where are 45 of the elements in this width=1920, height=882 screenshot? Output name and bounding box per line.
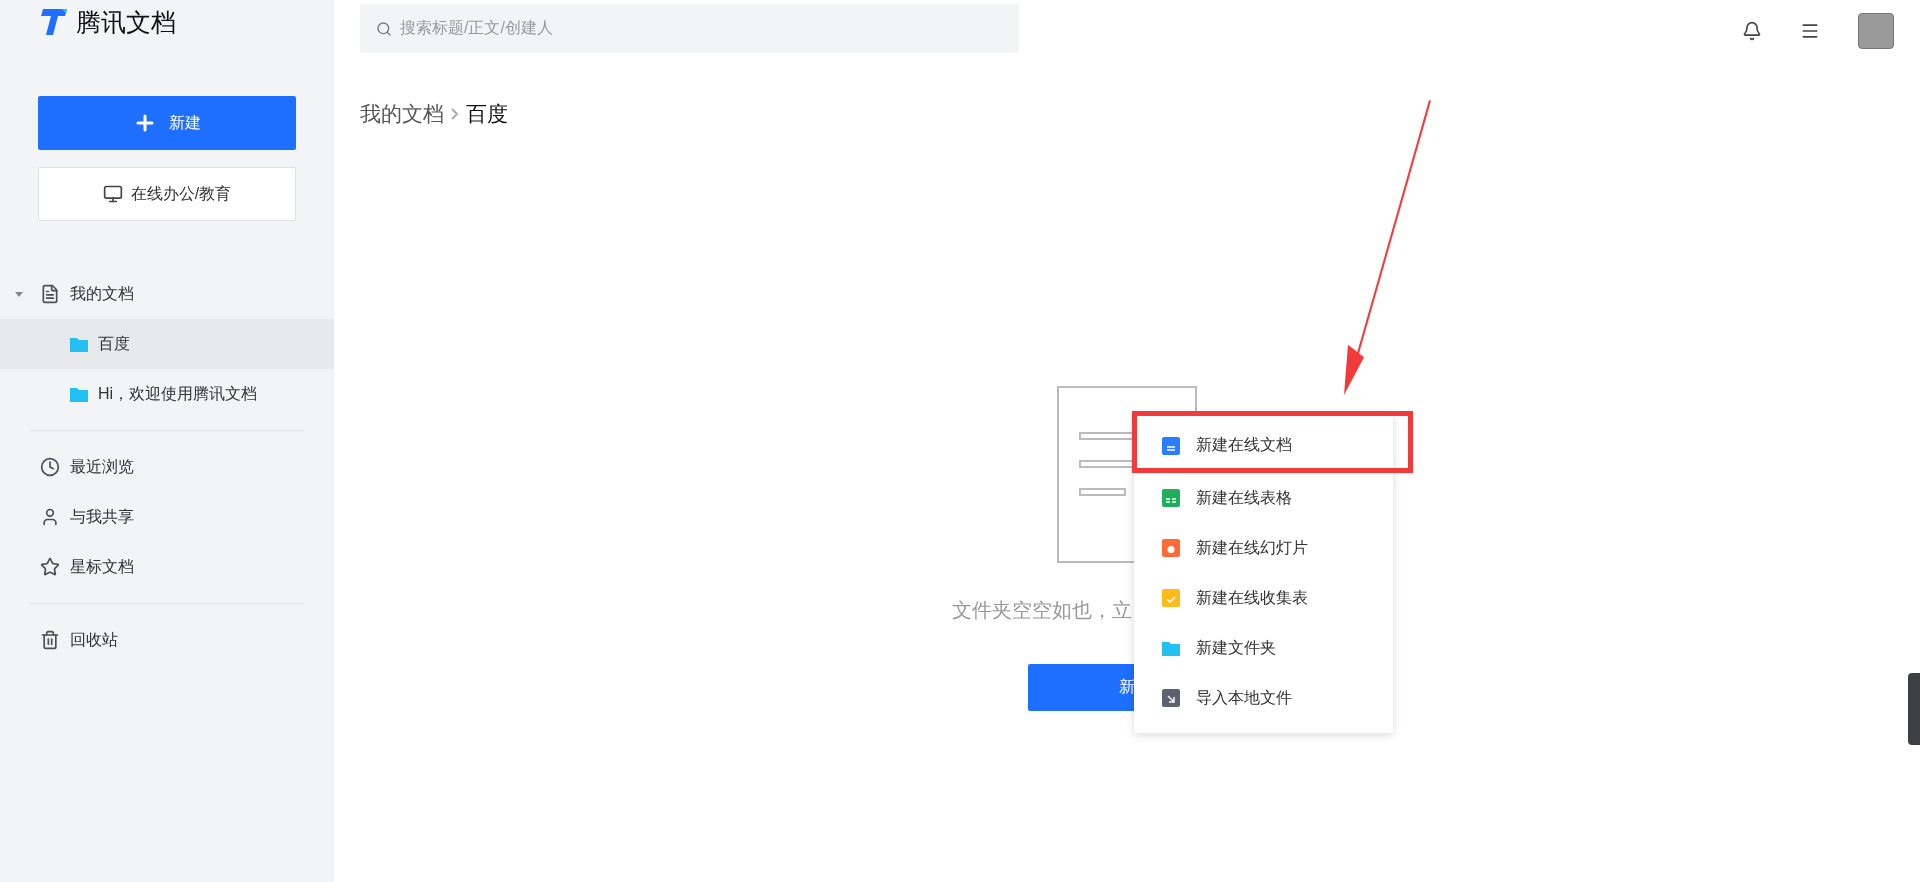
folder-icon <box>70 386 88 402</box>
menu-button[interactable] <box>1800 21 1820 41</box>
nav-item[interactable]: 与我共享 <box>0 492 334 542</box>
avatar[interactable] <box>1858 13 1894 49</box>
menu-item[interactable]: 新建在线幻灯片 <box>1134 523 1393 573</box>
empty-message: 文件夹空空如也，立 <box>952 598 1132 623</box>
logo-icon <box>40 8 68 36</box>
app-name: 腾讯文档 <box>76 6 176 38</box>
slides-icon <box>1162 539 1180 557</box>
menu-item[interactable]: 新建在线收集表 <box>1134 573 1393 623</box>
office-education-button[interactable]: 在线办公/教育 <box>38 167 296 221</box>
breadcrumb-item[interactable]: 百度 <box>466 100 508 128</box>
nav-label: 与我共享 <box>70 506 134 527</box>
nav-item[interactable]: 回收站 <box>0 615 334 665</box>
checkbox-form-icon <box>1162 589 1180 607</box>
new-button[interactable]: 新建 <box>38 96 296 150</box>
nav-item[interactable]: 最近浏览 <box>0 442 334 492</box>
person-icon <box>40 507 60 527</box>
folder-icon <box>70 336 88 352</box>
spreadsheet-icon <box>1162 489 1180 507</box>
folder-item[interactable]: Hi，欢迎使用腾讯文档 <box>0 369 334 419</box>
folder-icon <box>1162 640 1180 656</box>
chevron-icon <box>450 107 460 121</box>
nav-label: 最近浏览 <box>70 456 134 477</box>
folder-item[interactable]: 百度 <box>0 319 334 369</box>
trash-icon <box>40 630 60 650</box>
notification-button[interactable] <box>1742 21 1762 41</box>
document-icon <box>1162 436 1180 455</box>
highlighted-menu-item[interactable]: 新建在线文档 <box>1132 411 1413 473</box>
menu-item[interactable]: 新建在线表格 <box>1134 473 1393 523</box>
document-icon <box>40 284 60 304</box>
folder-label: 百度 <box>98 333 130 354</box>
tree-item[interactable]: 我的文档 <box>0 269 334 319</box>
breadcrumb-item[interactable]: 我的文档 <box>360 100 444 128</box>
nav-item[interactable]: 星标文档 <box>0 542 334 592</box>
search-icon <box>376 20 392 37</box>
caret-icon[interactable] <box>14 289 24 299</box>
folder-label: Hi，欢迎使用腾讯文档 <box>98 383 258 404</box>
nav-label: 星标文档 <box>70 556 134 577</box>
monitor-icon <box>102 184 123 204</box>
clock-icon <box>40 457 60 477</box>
search-field[interactable]: 搜索标题/正文/创建人 <box>360 3 1019 53</box>
star-icon <box>40 557 60 577</box>
tree-label: 我的文档 <box>70 283 134 304</box>
nav-label: 回收站 <box>70 629 118 650</box>
